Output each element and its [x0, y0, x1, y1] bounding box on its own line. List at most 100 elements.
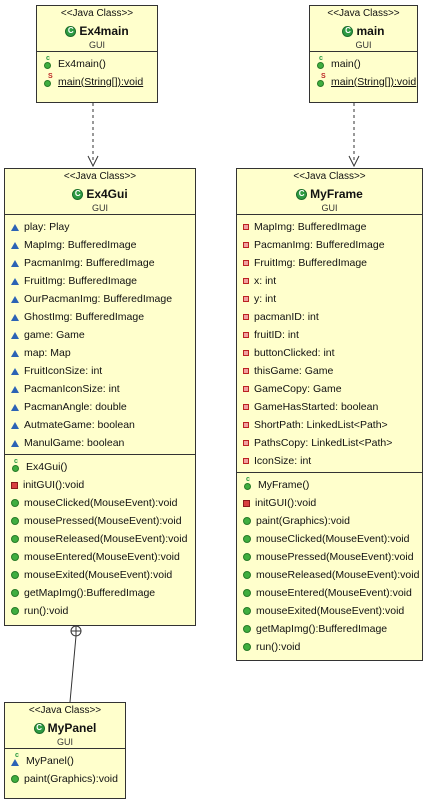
method-row[interactable]: mouseClicked(MouseEvent):void — [5, 494, 195, 512]
method-row[interactable]: c MyFrame() — [237, 476, 422, 494]
class-ex4gui[interactable]: <<Java Class>> C Ex4Gui GUI play: Play Ma… — [4, 168, 196, 626]
stereotype-label: <<Java Class>> — [28, 705, 102, 716]
methods-section: c main() Smain(String[]):void — [310, 51, 417, 93]
public-method-icon — [11, 535, 19, 543]
class-name: MyFrame — [310, 187, 363, 201]
package-field-icon — [11, 241, 19, 249]
package-field-icon — [11, 223, 19, 231]
method-row[interactable]: initGUI():void — [5, 476, 195, 494]
stereotype-label: <<Java Class>> — [63, 171, 137, 182]
method-row[interactable]: mouseEntered(MouseEvent):void — [237, 584, 422, 602]
method-row[interactable]: Smain(String[]):void — [37, 73, 157, 91]
field-row[interactable]: ShortPath: LinkedList<Path> — [237, 416, 422, 434]
method-row[interactable]: run():void — [237, 638, 422, 656]
class-mypanel[interactable]: <<Java Class>> C MyPanel GUI c MyPanel() p… — [4, 702, 126, 799]
method-row[interactable]: c MyPanel() — [5, 752, 125, 770]
field-row[interactable]: x: int — [237, 272, 422, 290]
method-row[interactable]: getMapImg():BufferedImage — [237, 620, 422, 638]
method-row[interactable]: getMapImg():BufferedImage — [5, 584, 195, 602]
field-row[interactable]: game: Game — [5, 326, 195, 344]
field-row[interactable]: OurPacmanImg: BufferedImage — [5, 290, 195, 308]
field-row[interactable]: PathsCopy: LinkedList<Path> — [237, 434, 422, 452]
field-row[interactable]: GameHasStarted: boolean — [237, 398, 422, 416]
private-field-icon — [243, 296, 249, 302]
public-method-icon — [11, 517, 19, 525]
field-row[interactable]: FruitIconSize: int — [5, 362, 195, 380]
package-field-icon — [11, 367, 19, 375]
method-row[interactable]: mouseClicked(MouseEvent):void — [237, 530, 422, 548]
fields-section: play: Play MapImg: BufferedImage PacmanI… — [5, 214, 195, 454]
private-field-icon — [243, 422, 249, 428]
method-row[interactable]: mouseReleased(MouseEvent):void — [5, 530, 195, 548]
method-row[interactable]: c Ex4Gui() — [5, 458, 195, 476]
method-row[interactable]: mouseExited(MouseEvent):void — [237, 602, 422, 620]
class-myframe[interactable]: <<Java Class>> C MyFrame GUI MapImg: Buff… — [236, 168, 423, 661]
field-row[interactable]: thisGame: Game — [237, 362, 422, 380]
method-row[interactable]: Smain(String[]):void — [310, 73, 417, 91]
nesting-line — [69, 635, 77, 703]
class-name: Ex4main — [79, 24, 129, 38]
public-method-icon — [11, 775, 19, 783]
package-field-icon — [11, 259, 19, 267]
method-row[interactable]: initGUI():void — [237, 494, 422, 512]
package-constructor-icon: c — [11, 752, 21, 766]
class-ex4main[interactable]: <<Java Class>> C Ex4main GUI c Ex4main() S… — [36, 5, 158, 103]
method-row[interactable]: paint(Graphics):void — [237, 512, 422, 530]
method-row[interactable]: mouseEntered(MouseEvent):void — [5, 548, 195, 566]
package-label: GUI — [91, 203, 108, 213]
package-field-icon — [11, 421, 19, 429]
public-method-icon — [243, 517, 251, 525]
package-field-icon — [11, 403, 19, 411]
class-icon: C — [296, 188, 308, 200]
method-row[interactable]: mousePressed(MouseEvent):void — [237, 548, 422, 566]
public-method-icon — [11, 499, 19, 507]
method-row[interactable]: paint(Graphics):void — [5, 770, 125, 788]
field-row[interactable]: PacmanImg: BufferedImage — [5, 254, 195, 272]
field-row[interactable]: pacmanID: int — [237, 308, 422, 326]
field-row[interactable]: MapImg: BufferedImage — [5, 236, 195, 254]
method-row[interactable]: c Ex4main() — [37, 55, 157, 73]
static-method-icon: S — [316, 73, 326, 87]
method-row[interactable]: mouseExited(MouseEvent):void — [5, 566, 195, 584]
constructor-icon: c — [43, 55, 53, 69]
public-method-icon — [243, 643, 251, 651]
constructor-icon: c — [243, 476, 253, 490]
field-row[interactable]: fruitID: int — [237, 326, 422, 344]
method-row[interactable]: mousePressed(MouseEvent):void — [5, 512, 195, 530]
package-field-icon — [11, 277, 19, 285]
field-row[interactable]: FruitImg: BufferedImage — [5, 272, 195, 290]
field-row[interactable]: MapImg: BufferedImage — [237, 218, 422, 236]
field-row[interactable]: map: Map — [5, 344, 195, 362]
private-field-icon — [243, 224, 249, 230]
field-row[interactable]: PacmanAngle: double — [5, 398, 195, 416]
private-field-icon — [243, 386, 249, 392]
private-field-icon — [243, 260, 249, 266]
methods-section: c MyPanel() paint(Graphics):void — [5, 748, 125, 790]
methods-section: c MyFrame() initGUI():void paint(Graphics… — [237, 472, 422, 658]
field-row[interactable]: PacmanImg: BufferedImage — [237, 236, 422, 254]
method-row[interactable]: mouseReleased(MouseEvent):void — [237, 566, 422, 584]
field-row[interactable]: AutmateGame: boolean — [5, 416, 195, 434]
class-icon: C — [72, 188, 84, 200]
method-row[interactable]: run():void — [5, 602, 195, 620]
field-row[interactable]: IconSize: int — [237, 452, 422, 470]
class-header: <<Java Class>> C Ex4main GUI — [37, 6, 157, 51]
static-method-icon: S — [43, 73, 53, 87]
method-row[interactable]: c main() — [310, 55, 417, 73]
field-row[interactable]: GhostImg: BufferedImage — [5, 308, 195, 326]
class-main[interactable]: <<Java Class>> Cmain GUI c main() Smain(S… — [309, 5, 418, 103]
field-row[interactable]: buttonClicked: int — [237, 344, 422, 362]
field-row[interactable]: GameCopy: Game — [237, 380, 422, 398]
field-row[interactable]: PacmanIconSize: int — [5, 380, 195, 398]
private-method-icon — [243, 499, 250, 507]
field-row[interactable]: ManulGame: boolean — [5, 434, 195, 452]
public-method-icon — [11, 589, 19, 597]
public-method-icon — [11, 607, 19, 615]
private-field-icon — [243, 458, 249, 464]
package-field-icon — [11, 295, 19, 303]
field-row[interactable]: play: Play — [5, 218, 195, 236]
field-row[interactable]: y: int — [237, 290, 422, 308]
public-method-icon — [243, 589, 251, 597]
field-row[interactable]: FruitImg: BufferedImage — [237, 254, 422, 272]
private-field-icon — [243, 242, 249, 248]
